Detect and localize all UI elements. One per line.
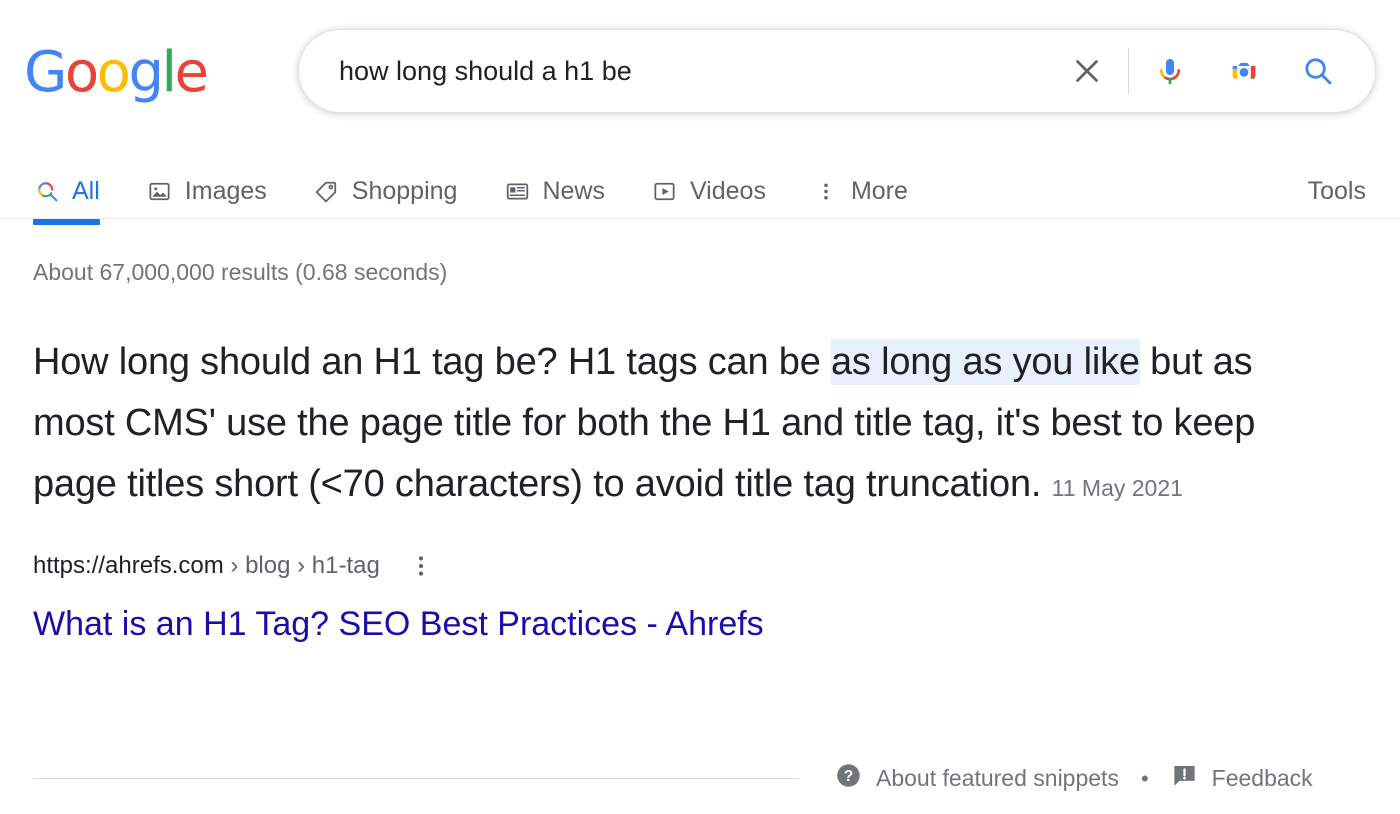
featured-snippet-text: How long should an H1 tag be? H1 tags ca… — [33, 332, 1333, 519]
image-icon — [146, 177, 174, 205]
question-mark-circle-icon: ? — [835, 762, 862, 795]
search-results: About 67,000,000 results (0.68 seconds) … — [33, 258, 1373, 645]
footer-links: ? About featured snippets • Feedback — [835, 762, 1313, 795]
search-filter-nav: All Images Shopping News Videos More Too… — [0, 160, 1400, 240]
search-bar[interactable] — [298, 29, 1376, 113]
result-options-vertical-dots-icon[interactable] — [406, 551, 436, 581]
result-stats: About 67,000,000 results (0.68 seconds) — [33, 259, 448, 285]
newspaper-icon — [503, 177, 531, 205]
vertical-dots-icon — [812, 177, 840, 205]
breadcrumb[interactable]: https://ahrefs.com › blog › h1-tag — [33, 551, 380, 581]
nav-tabs: All Images Shopping News Videos More — [33, 160, 954, 225]
search-header: Google — [0, 0, 1400, 145]
logo-letter-e: e — [174, 40, 209, 105]
featured-snippet-footer: ? About featured snippets • Feedback — [33, 762, 1373, 795]
search-bar-divider — [1128, 48, 1129, 94]
tab-news[interactable]: News — [503, 160, 605, 222]
feedback-label: Feedback — [1211, 765, 1313, 791]
tab-more[interactable]: More — [812, 160, 908, 222]
tools-button[interactable]: Tools — [1308, 160, 1366, 222]
tab-all[interactable]: All — [33, 160, 100, 225]
breadcrumb-sep-1: › — [223, 552, 246, 579]
search-input[interactable] — [339, 53, 1052, 89]
snippet-text-before: How long should an H1 tag be? H1 tags ca… — [33, 341, 831, 383]
tab-news-label: News — [542, 177, 605, 205]
footer-divider — [33, 778, 799, 779]
about-featured-snippets-link[interactable]: ? About featured snippets — [835, 762, 1119, 795]
microphone-icon[interactable] — [1147, 48, 1193, 94]
google-search-results-page: Google how long should a h1 be All Image… — [0, 0, 1400, 814]
breadcrumb-segment-h1-tag: h1-tag — [311, 552, 380, 579]
tab-shopping-label: Shopping — [351, 177, 458, 205]
breadcrumb-domain: https://ahrefs.com — [33, 552, 224, 579]
logo-letter-o2: o — [96, 40, 131, 105]
logo-letter-g1: G — [24, 40, 67, 105]
tab-shopping[interactable]: Shopping — [313, 160, 458, 222]
footer-separator: • — [1140, 765, 1149, 791]
google-logo[interactable]: Google — [24, 45, 209, 101]
logo-letter-g2: g — [128, 40, 164, 105]
tab-all-label: All — [72, 177, 100, 205]
tab-videos[interactable]: Videos — [651, 160, 766, 222]
active-tab-underline — [33, 219, 100, 225]
result-source-line: https://ahrefs.com › blog › h1-tag — [33, 551, 1373, 581]
svg-text:?: ? — [844, 768, 854, 785]
search-icon[interactable] — [1295, 48, 1341, 94]
breadcrumb-sep-2: › — [290, 552, 312, 579]
price-tag-icon — [313, 177, 341, 205]
logo-letter-l: l — [161, 40, 177, 105]
search-colored-icon — [33, 177, 61, 205]
tab-images-label: Images — [184, 177, 267, 205]
tab-videos-label: Videos — [689, 177, 766, 205]
breadcrumb-segment-blog: blog — [245, 552, 291, 579]
google-lens-camera-icon[interactable] — [1221, 48, 1267, 94]
about-featured-snippets-label: About featured snippets — [876, 765, 1119, 791]
close-icon[interactable] — [1064, 48, 1110, 94]
tab-more-label: More — [850, 177, 908, 205]
feedback-link[interactable]: Feedback — [1171, 762, 1313, 795]
snippet-date: 11 May 2021 — [1051, 475, 1183, 501]
result-title-link[interactable]: What is an H1 Tag? SEO Best Practices - … — [33, 603, 1373, 645]
feedback-speech-bubble-icon — [1171, 762, 1198, 795]
snippet-highlight: as long as you like — [830, 339, 1140, 385]
tab-images[interactable]: Images — [146, 160, 267, 222]
search-bar-actions — [1064, 48, 1375, 94]
logo-letter-o1: o — [64, 40, 99, 105]
play-box-icon — [651, 177, 679, 205]
